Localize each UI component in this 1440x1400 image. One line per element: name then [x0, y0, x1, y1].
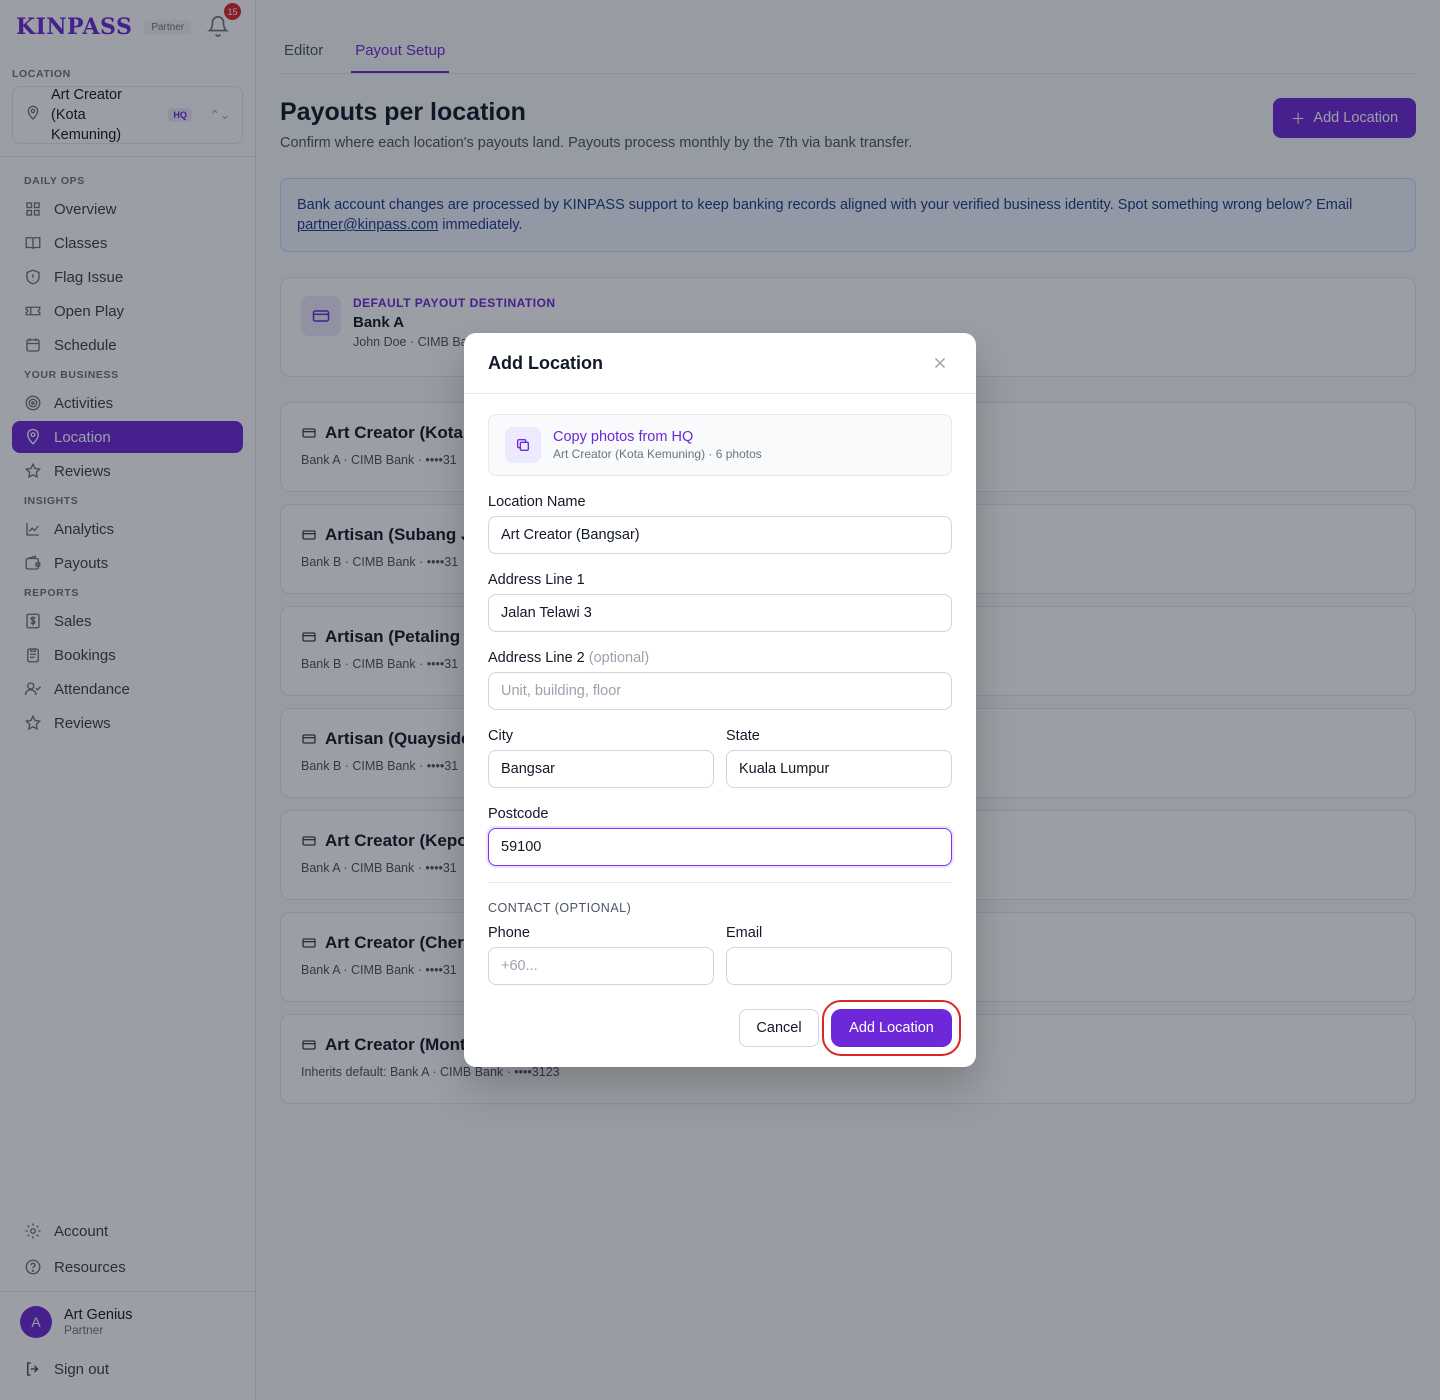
email-input[interactable]: [726, 947, 952, 985]
state-label: State: [726, 728, 760, 744]
address-line-2-label: Address Line 2 (optional): [488, 650, 952, 666]
modal-header: Add Location: [464, 333, 976, 394]
address-line-1-label: Address Line 1: [488, 572, 585, 588]
modal-actions: Cancel Add Location: [488, 1000, 961, 1056]
add-location-modal: Add Location Copy photos from HQ Art Cre…: [464, 333, 976, 1067]
phone-label: Phone: [488, 925, 530, 941]
city-label: City: [488, 728, 513, 744]
contact-section-label: CONTACT (OPTIONAL): [488, 901, 632, 915]
email-label: Email: [726, 925, 763, 941]
phone-input[interactable]: [488, 947, 714, 985]
city-state-row: City State: [488, 710, 952, 788]
copy-photos-title: Copy photos from HQ: [553, 429, 694, 445]
state-input[interactable]: [726, 750, 952, 788]
submit-add-location-button[interactable]: Add Location: [822, 1000, 961, 1056]
modal-body: Copy photos from HQ Art Creator (Kota Ke…: [464, 394, 976, 1056]
copy-photos-subtitle: Art Creator (Kota Kemuning) · 6 photos: [553, 447, 762, 461]
copy-icon: [505, 427, 541, 463]
address-line-1-input[interactable]: [488, 594, 952, 632]
location-name-input[interactable]: [488, 516, 952, 554]
close-icon[interactable]: [928, 351, 952, 375]
contact-row: Phone Email: [488, 915, 952, 985]
contact-divider: [488, 882, 952, 883]
cancel-button[interactable]: Cancel: [739, 1009, 819, 1047]
location-name-label: Location Name: [488, 494, 586, 510]
postcode-label: Postcode: [488, 806, 549, 822]
city-input[interactable]: [488, 750, 714, 788]
copy-photos-from-hq-button[interactable]: Copy photos from HQ Art Creator (Kota Ke…: [488, 414, 952, 476]
optional-hint: (optional): [588, 650, 650, 666]
postcode-input[interactable]: [488, 828, 952, 866]
modal-title: Add Location: [488, 352, 603, 373]
address-line-2-input[interactable]: [488, 672, 952, 710]
address-line-2-label-text: Address Line 2: [488, 650, 585, 666]
